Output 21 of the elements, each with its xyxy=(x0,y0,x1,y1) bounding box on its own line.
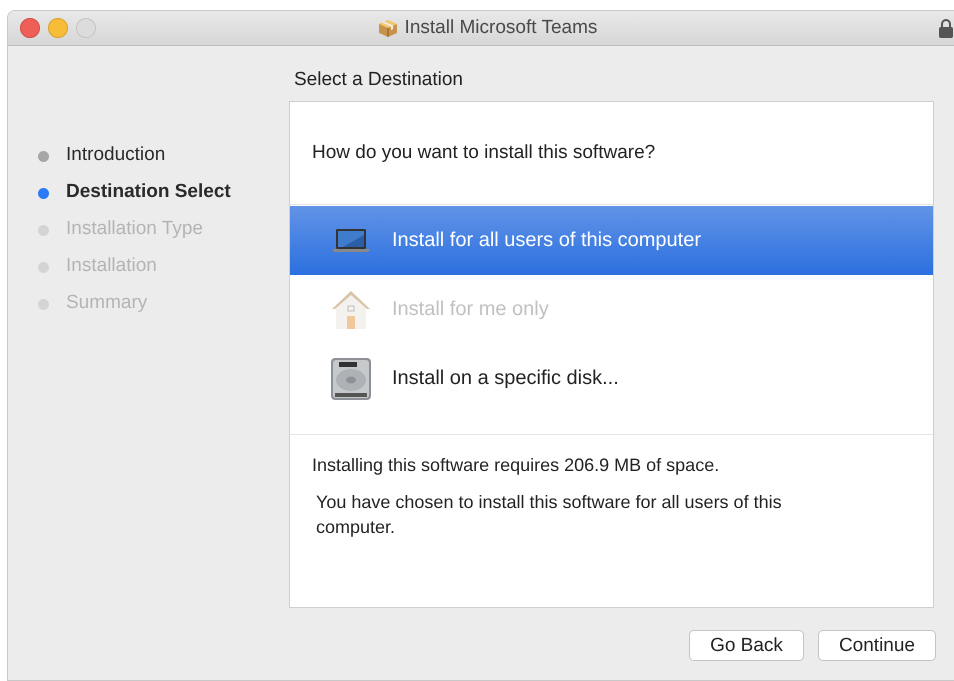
minimize-button[interactable] xyxy=(48,18,68,38)
window-title: Install Microsoft Teams xyxy=(404,17,598,39)
go-back-button[interactable]: Go Back xyxy=(689,630,804,661)
step-label: Installation Type xyxy=(66,218,203,240)
page-heading: Select a Destination xyxy=(293,68,464,92)
continue-button[interactable]: Continue xyxy=(818,630,936,661)
step-label: Introduction xyxy=(66,144,166,166)
install-option[interactable]: Install for all users of this computer xyxy=(290,206,933,275)
close-button[interactable] xyxy=(20,18,40,38)
install-option[interactable]: Install on a specific disk... xyxy=(290,344,933,413)
choice-description: You have chosen to install this software for all users of this computer. xyxy=(315,491,783,539)
lock-icon xyxy=(938,18,954,38)
zoom-button[interactable] xyxy=(76,18,96,38)
space-requirement-text: Installing this software requires 206.9 MB of space. xyxy=(312,455,720,476)
step-label: Installation xyxy=(66,254,157,276)
install-option: Install for me only xyxy=(290,275,933,344)
question-text: How do you want to install this software? xyxy=(290,102,933,205)
step-label: Summary xyxy=(66,292,148,314)
package-icon xyxy=(376,18,399,38)
step-label: Destination Select xyxy=(66,180,231,202)
house-icon xyxy=(331,288,371,330)
